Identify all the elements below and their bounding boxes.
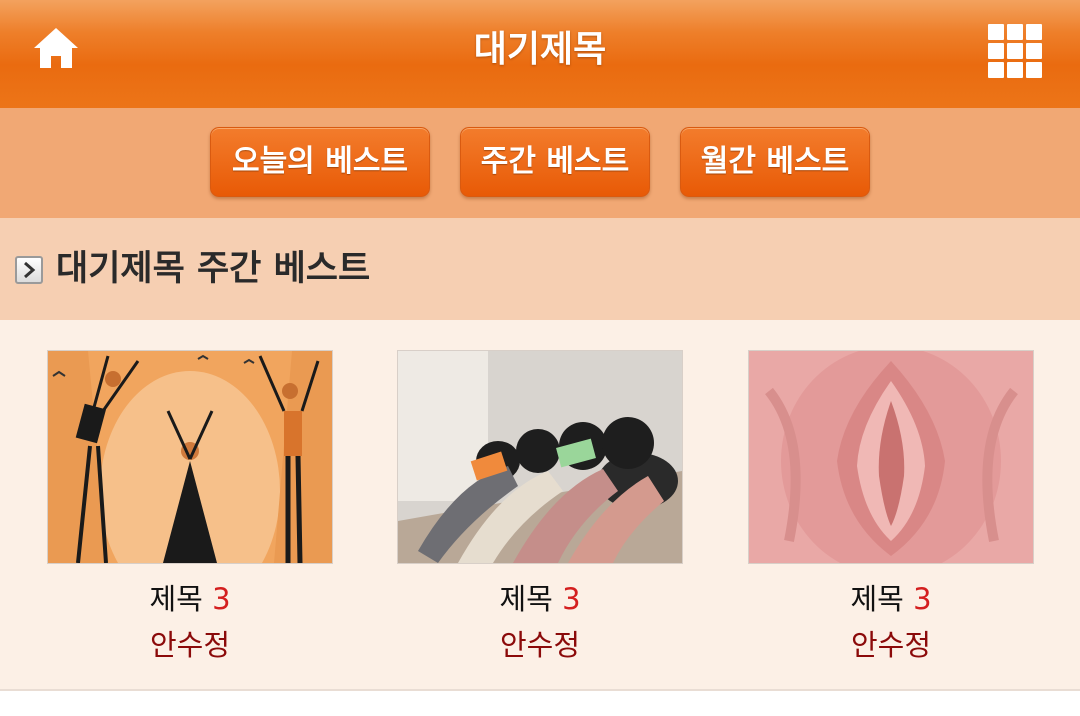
tab-bar: 오늘의 베스트 주간 베스트 월간 베스트 [0, 108, 1080, 218]
tab-weekly-best[interactable]: 주간 베스트 [460, 127, 650, 197]
bottom-area [0, 691, 1080, 716]
section-title: 대기제목 주간 베스트 [56, 249, 371, 289]
tab-today-best[interactable]: 오늘의 베스트 [210, 127, 430, 197]
item-count: 3 [913, 582, 932, 616]
item-title[interactable]: 제목 3 [397, 582, 683, 616]
thumbnail-image[interactable] [748, 350, 1034, 564]
list-item[interactable]: 제목 3 안수정 [748, 350, 1034, 662]
item-title[interactable]: 제목 3 [748, 582, 1034, 616]
item-title[interactable]: 제목 3 [47, 582, 333, 616]
top-header: 대기제목 [0, 0, 1080, 108]
list-item[interactable]: 제목 3 안수정 [47, 350, 333, 662]
grid-menu-icon[interactable] [986, 22, 1044, 80]
section-header: 대기제목 주간 베스트 [0, 218, 1080, 320]
arrow-right-icon [15, 256, 43, 284]
item-author: 안수정 [499, 628, 581, 662]
item-count: 3 [562, 582, 581, 616]
thumbnail-image[interactable] [397, 350, 683, 564]
list-item[interactable]: 제목 3 안수정 [397, 350, 683, 662]
tab-monthly-best[interactable]: 월간 베스트 [680, 127, 870, 197]
page-title: 대기제목 [473, 29, 607, 70]
thumbnail-image[interactable] [47, 350, 333, 564]
item-author: 안수정 [149, 628, 231, 662]
item-author: 안수정 [850, 628, 932, 662]
item-grid: 제목 3 안수정 제목 3 안수정 제목 3 안수정 [0, 320, 1080, 690]
item-count: 3 [212, 582, 231, 616]
